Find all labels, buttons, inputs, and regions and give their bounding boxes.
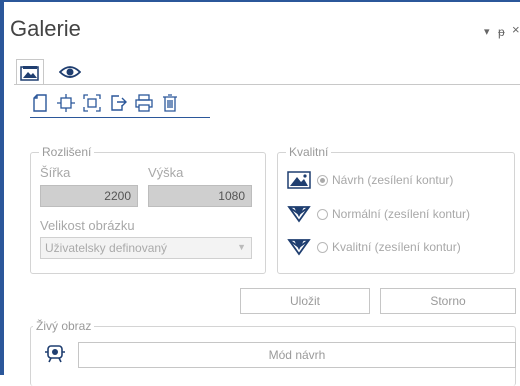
toolbar-underline (30, 117, 210, 118)
draft-quality-icon (287, 171, 311, 189)
export-icon (111, 95, 127, 111)
normal-quality-icon (287, 206, 311, 223)
live-view-legend: Živý obraz (33, 319, 95, 333)
fullscreen-icon (83, 94, 101, 112)
fit-icon (57, 94, 75, 112)
print-icon (135, 94, 153, 112)
height-label: Výška (148, 165, 184, 180)
chevron-down-icon: ▼ (237, 242, 246, 252)
panel-title: Galerie (10, 16, 81, 41)
width-label: Šířka (40, 165, 71, 180)
gallery-icon (20, 65, 39, 81)
radio-normal[interactable] (317, 208, 328, 220)
width-field[interactable]: 2200 (40, 185, 138, 207)
quality-option-draft-label: Návrh (zesílení kontur) (332, 173, 454, 187)
live-view-icon (45, 345, 65, 363)
fit-button[interactable] (56, 93, 76, 113)
quality-option-draft[interactable]: Návrh (zesílení kontur) (287, 171, 453, 189)
size-label: Velikost obrázku (40, 218, 135, 233)
new-page-button[interactable] (30, 93, 50, 113)
size-select[interactable]: Uživatelsky definovaný ▼ (40, 237, 252, 259)
height-field[interactable]: 1080 (148, 185, 252, 207)
quality-option-high-label: Kvalitní (zesílení kontur) (332, 240, 461, 254)
new-page-icon (33, 94, 47, 112)
close-icon[interactable]: × (512, 22, 520, 37)
radio-draft[interactable] (317, 174, 328, 186)
quality-legend: Kvalitní (286, 145, 332, 159)
eye-icon (59, 66, 81, 78)
window-frame-top (0, 0, 520, 2)
panel-menu-dropdown-icon[interactable]: ▾ (484, 25, 490, 38)
save-button[interactable]: Uložit (240, 288, 370, 314)
pin-icon[interactable]: ᵽ (498, 25, 505, 39)
print-button[interactable] (134, 93, 154, 113)
resolution-legend: Rozlišení (39, 145, 95, 159)
size-select-value: Uživatelsky definovaný (45, 241, 168, 255)
quality-option-normal-label: Normální (zesílení kontur) (332, 207, 471, 221)
gallery-toolbar (30, 93, 180, 113)
tab-gallery[interactable] (16, 59, 44, 85)
delete-icon (163, 94, 177, 112)
quality-option-normal[interactable]: Normální (zesílení kontur) (287, 205, 470, 223)
high-quality-icon (287, 239, 311, 256)
export-button[interactable] (108, 93, 128, 113)
window-frame-left (0, 0, 4, 375)
quality-option-high[interactable]: Kvalitní (zesílení kontur) (287, 238, 461, 256)
mode-button[interactable]: Mód návrh (78, 342, 516, 368)
tab-live-view[interactable] (56, 60, 84, 84)
fullscreen-button[interactable] (82, 93, 102, 113)
cancel-button[interactable]: Storno (380, 288, 516, 314)
tab-divider (14, 84, 520, 85)
delete-button[interactable] (160, 93, 180, 113)
radio-high[interactable] (317, 241, 328, 253)
